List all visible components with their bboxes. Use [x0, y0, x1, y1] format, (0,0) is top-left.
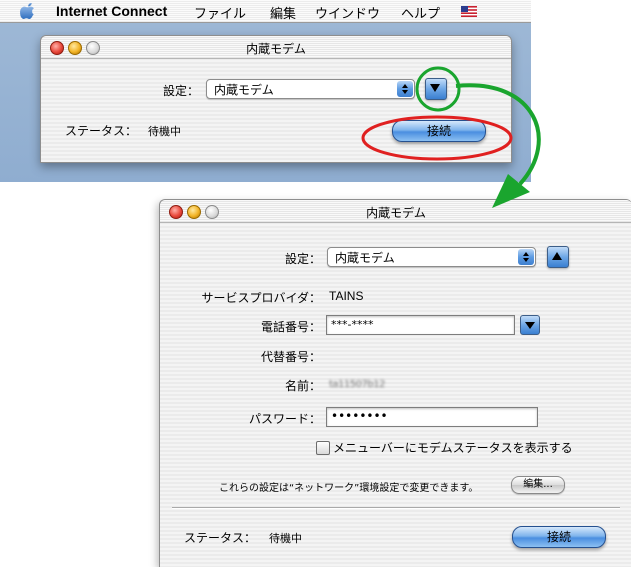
desktop-background: Internet Connect ファイル 編集 ウインドウ ヘルプ 内蔵モデム…: [0, 0, 531, 182]
phone-dropdown-button[interactable]: [520, 315, 540, 335]
config-label: 設定：: [163, 84, 200, 98]
password-input[interactable]: ••••••••: [326, 407, 538, 427]
window-titlebar: 内蔵モデム: [160, 200, 631, 223]
config-popup[interactable]: 内蔵モデム: [327, 247, 536, 267]
popup-arrows-icon: [518, 249, 534, 265]
alt-phone-label: 代替番号：: [260, 350, 321, 364]
network-note: これらの設定は“ネットワーク”環境設定で変更できます。: [219, 483, 479, 494]
menu-file[interactable]: ファイル: [194, 3, 246, 22]
menu-window[interactable]: ウインドウ: [315, 3, 380, 22]
window-titlebar: 内蔵モデム: [41, 36, 511, 59]
status-value: 待機中: [269, 532, 302, 545]
modem-window-expanded: 内蔵モデム 設定： 内蔵モデム サービスプロバイダ： TAINS 電話番号： *…: [159, 199, 631, 567]
disclosure-expand-button[interactable]: [425, 78, 447, 100]
password-input-value: ••••••••: [331, 409, 388, 423]
show-status-checkbox[interactable]: [316, 441, 330, 455]
config-popup-value: 内蔵モデム: [214, 83, 274, 97]
menubar: Internet Connect ファイル 編集 ウインドウ ヘルプ: [0, 0, 531, 23]
menu-edit[interactable]: 編集: [270, 3, 296, 22]
edit-button[interactable]: 編集...: [511, 476, 565, 494]
menu-help[interactable]: ヘルプ: [401, 3, 440, 22]
config-popup-value: 内蔵モデム: [335, 251, 395, 265]
connect-button[interactable]: 接続: [512, 526, 606, 548]
provider-value: TAINS: [329, 289, 364, 303]
app-menu-title[interactable]: Internet Connect: [56, 3, 167, 19]
separator: [172, 507, 620, 509]
provider-label: サービスプロバイダ：: [201, 291, 321, 305]
apple-menu-icon[interactable]: [20, 3, 36, 19]
window-title: 内蔵モデム: [366, 206, 426, 220]
status-label: ステータス：: [65, 124, 138, 138]
phone-input[interactable]: ***-****: [326, 315, 515, 335]
password-label: パスワード：: [248, 412, 321, 426]
us-flag-icon[interactable]: [461, 6, 477, 17]
disclosure-collapse-button[interactable]: [547, 246, 569, 268]
modem-window-collapsed: 内蔵モデム 設定： 内蔵モデム ステータス： 待機中 接続: [40, 35, 512, 163]
name-value: ta11507b12: [329, 379, 385, 390]
show-status-label: メニューバーにモデムステータスを表示する: [333, 441, 573, 455]
connect-button[interactable]: 接続: [392, 120, 486, 142]
config-label: 設定：: [284, 252, 321, 266]
popup-arrows-icon: [397, 81, 413, 97]
phone-input-value: ***-****: [331, 318, 374, 331]
phone-label: 電話番号：: [260, 320, 321, 334]
window-title: 内蔵モデム: [246, 42, 306, 56]
status-value: 待機中: [148, 125, 181, 138]
status-label: ステータス：: [184, 531, 257, 545]
config-popup[interactable]: 内蔵モデム: [206, 79, 415, 99]
name-label: 名前：: [284, 379, 321, 393]
